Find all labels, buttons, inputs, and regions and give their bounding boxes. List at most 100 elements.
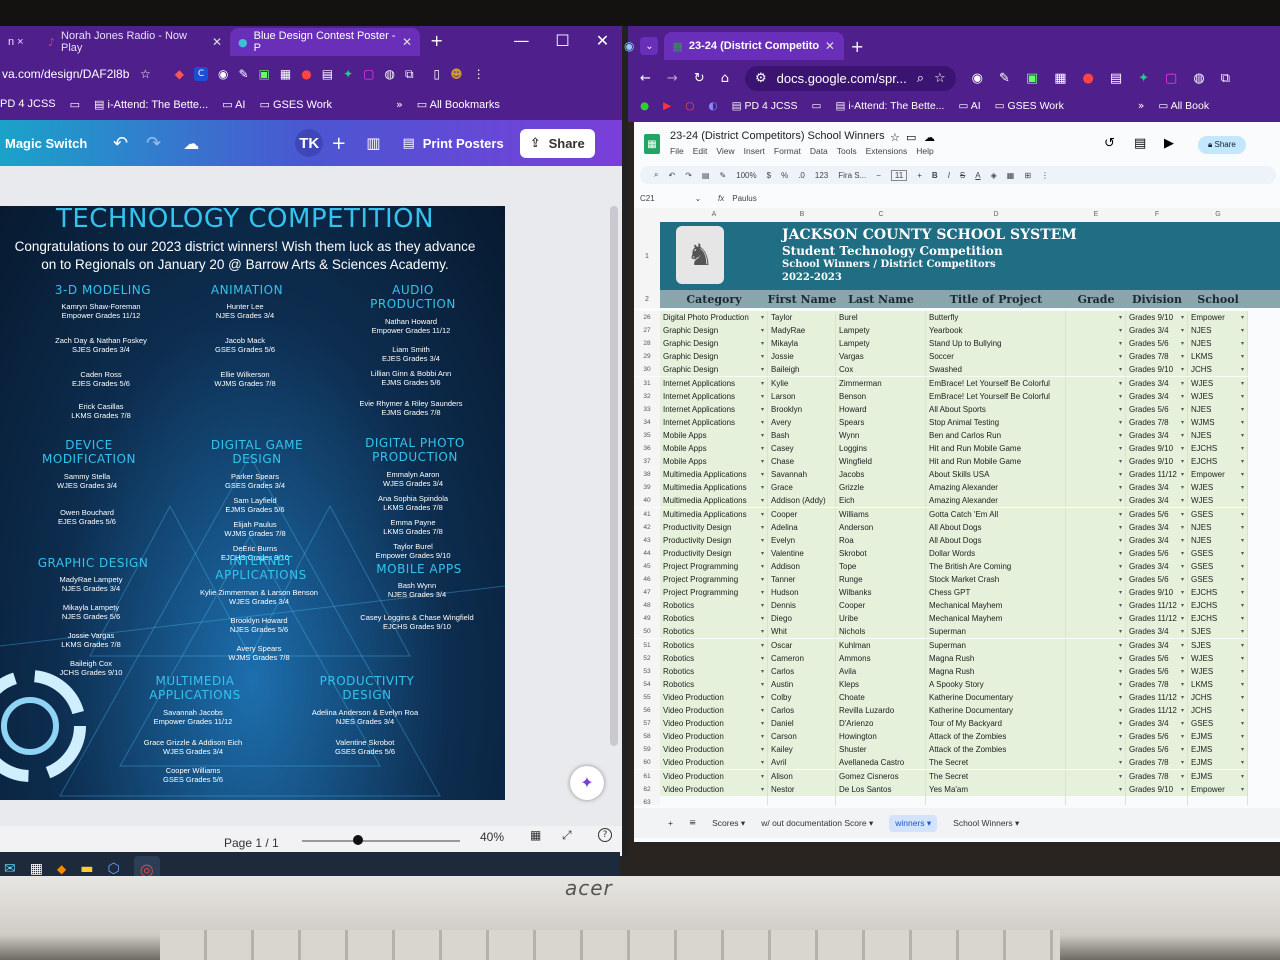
table-cell[interactable]: Robotics ▾ — [660, 599, 768, 613]
dropdown-chevron-icon[interactable]: ▾ — [1181, 432, 1184, 439]
dropdown-chevron-icon[interactable]: ▾ — [1241, 759, 1244, 766]
close-icon[interactable]: ✕ — [825, 39, 835, 53]
merge-icon[interactable]: ⊞ — [1024, 171, 1031, 180]
table-cell[interactable]: Robotics ▾ — [660, 612, 768, 626]
table-cell[interactable]: Nichols — [836, 625, 926, 639]
table-cell[interactable]: ▾ — [1066, 311, 1126, 325]
table-row[interactable]: 29 Graphic Design ▾ Jossie Vargas Soccer ▾ Grad… — [634, 350, 1280, 364]
help-icon[interactable]: ? — [598, 828, 612, 842]
table-cell[interactable]: WJES ▾ — [1188, 376, 1248, 390]
table-cell[interactable]: Mechanical Mayhem — [926, 612, 1066, 626]
row-number[interactable]: 52 — [634, 651, 660, 665]
table-cell[interactable]: Stand Up to Bullying — [926, 337, 1066, 351]
file-explorer-icon[interactable]: ▬ — [80, 861, 93, 877]
dropdown-chevron-icon[interactable]: ▾ — [1241, 393, 1244, 400]
table-cell[interactable]: Avila — [836, 664, 926, 678]
row-number[interactable]: 45 — [634, 559, 660, 573]
sheet-tab-wout[interactable]: w/ out documentation Score ▾ — [761, 818, 873, 829]
user-avatar[interactable]: TK — [295, 129, 324, 157]
dropdown-chevron-icon[interactable]: ▾ — [761, 628, 764, 635]
table-cell[interactable]: Grades 9/10 ▾ — [1126, 782, 1188, 796]
extension-icon[interactable]: ○ — [685, 100, 694, 112]
app-icon[interactable]: ◆ — [57, 862, 66, 876]
table-cell[interactable]: ▾ — [1066, 337, 1126, 351]
sidepanel-icon[interactable]: ▯ — [434, 67, 441, 81]
dropdown-chevron-icon[interactable]: ▾ — [761, 327, 764, 334]
table-cell[interactable]: NJES ▾ — [1188, 324, 1248, 338]
menu-file[interactable]: File — [670, 146, 684, 156]
table-cell[interactable] — [1188, 795, 1248, 805]
star-icon[interactable]: ☆ — [140, 67, 151, 81]
table-cell[interactable]: Mechanical Mayhem — [926, 599, 1066, 613]
table-cell[interactable]: Internet Applications ▾ — [660, 389, 768, 403]
dropdown-chevron-icon[interactable]: ▾ — [1181, 733, 1184, 740]
column-header[interactable]: School — [1188, 290, 1248, 308]
table-row[interactable]: 37 Mobile Apps ▾ Chase Wingfield Hit and Run … — [634, 455, 1280, 469]
row-number[interactable]: 1 — [634, 222, 660, 290]
dropdown-chevron-icon[interactable]: ▾ — [1181, 484, 1184, 491]
dropdown-chevron-icon[interactable]: ▾ — [1241, 511, 1244, 518]
dropdown-chevron-icon[interactable]: ▾ — [1181, 497, 1184, 504]
table-cell[interactable]: Grades 11/12 ▾ — [1126, 690, 1188, 704]
table-cell[interactable]: WJES ▾ — [1188, 664, 1248, 678]
bookmark-pd4jcss[interactable]: ▤ PD 4 JCSS — [732, 100, 798, 112]
table-cell[interactable]: Cox — [836, 363, 926, 377]
table-cell[interactable]: ▾ — [1066, 520, 1126, 534]
table-cell[interactable]: Superman — [926, 625, 1066, 639]
table-cell[interactable]: Empower ▾ — [1188, 782, 1248, 796]
table-cell[interactable]: ▾ — [1066, 612, 1126, 626]
dropdown-chevron-icon[interactable]: ▾ — [1181, 366, 1184, 373]
formula-input[interactable]: Paulus — [732, 194, 756, 203]
table-cell[interactable]: Grades 3/4 ▾ — [1126, 625, 1188, 639]
table-cell[interactable]: Larson — [768, 389, 836, 403]
table-cell[interactable]: Amazing Alexander — [926, 494, 1066, 508]
table-cell[interactable]: EmBrace! Let Yourself Be Colorful — [926, 389, 1066, 403]
table-row[interactable]: 39 Multimedia Applications ▾ Grace Grizzle Am… — [634, 481, 1280, 495]
dropdown-chevron-icon[interactable]: ▾ — [1181, 759, 1184, 766]
all-sheets-icon[interactable]: ≡ — [689, 818, 696, 828]
table-cell[interactable]: JCHS ▾ — [1188, 363, 1248, 377]
table-cell[interactable]: MadyRae — [768, 324, 836, 338]
dropdown-chevron-icon[interactable]: ▾ — [1181, 458, 1184, 465]
table-cell[interactable]: Addison — [768, 559, 836, 573]
dropdown-chevron-icon[interactable]: ▾ — [761, 432, 764, 439]
table-row[interactable]: 51 Robotics ▾ Oscar Kuhlman Superman ▾ Grades 3… — [634, 638, 1280, 652]
table-cell[interactable]: ▾ — [1066, 415, 1126, 429]
bookmark-ai[interactable]: ▭ AI — [958, 100, 980, 112]
table-cell[interactable]: De Los Santos — [836, 782, 926, 796]
table-cell[interactable]: Kailey — [768, 743, 836, 757]
table-cell[interactable]: ▾ — [1066, 324, 1126, 338]
dropdown-chevron-icon[interactable]: ▾ — [1119, 432, 1122, 439]
dropdown-chevron-icon[interactable]: ▾ — [761, 550, 764, 557]
dropdown-chevron-icon[interactable]: ▾ — [761, 484, 764, 491]
dropdown-chevron-icon[interactable]: ▾ — [1181, 707, 1184, 714]
table-cell[interactable] — [660, 795, 768, 805]
table-cell[interactable]: EJCHS ▾ — [1188, 455, 1248, 469]
row-number[interactable]: 57 — [634, 717, 660, 731]
close-icon[interactable]: ✕ — [402, 35, 412, 49]
table-cell[interactable]: Kleps — [836, 677, 926, 691]
dropdown-chevron-icon[interactable]: ▾ — [1241, 615, 1244, 622]
star-icon[interactable]: ☆ — [890, 131, 900, 144]
row-number[interactable]: 44 — [634, 546, 660, 560]
dropdown-chevron-icon[interactable]: ▾ — [1119, 393, 1122, 400]
sheet-tab-scores[interactable]: Scores ▾ — [712, 818, 745, 829]
table-row[interactable]: 32 Internet Applications ▾ Larson Benson EmBr… — [634, 389, 1280, 403]
dropdown-chevron-icon[interactable]: ▾ — [1241, 380, 1244, 387]
table-cell[interactable]: ▾ — [1066, 402, 1126, 416]
extension-icon[interactable]: ▤ — [1110, 71, 1122, 86]
dropdown-chevron-icon[interactable]: ▾ — [1241, 406, 1244, 413]
table-row[interactable]: 38 Multimedia Applications ▾ Savannah Jacobs… — [634, 468, 1280, 482]
dropdown-chevron-icon[interactable]: ▾ — [1181, 419, 1184, 426]
column-letter[interactable]: C — [836, 211, 926, 218]
table-row[interactable]: 54 Robotics ▾ Austin Kleps A Spooky Story ▾ Gra… — [634, 677, 1280, 691]
table-cell[interactable]: Taylor — [768, 311, 836, 325]
history-icon[interactable]: ↺ — [1104, 136, 1115, 151]
dropdown-chevron-icon[interactable]: ▾ — [761, 602, 764, 609]
bookmark-gses[interactable]: ▭ GSES Work — [995, 100, 1064, 112]
row-number[interactable]: 54 — [634, 677, 660, 691]
dropdown-chevron-icon[interactable]: ▾ — [1119, 353, 1122, 360]
table-cell[interactable]: A Spooky Story — [926, 677, 1066, 691]
row-number[interactable]: 61 — [634, 769, 660, 783]
undo-icon[interactable]: ↶ — [113, 133, 128, 154]
